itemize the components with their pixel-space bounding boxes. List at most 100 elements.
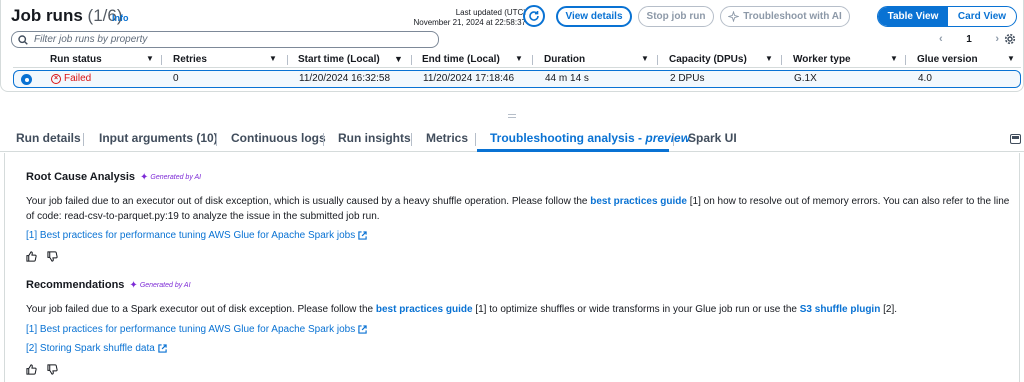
- col-end-time[interactable]: End time (Local): [422, 54, 500, 65]
- gear-icon: [1004, 33, 1016, 45]
- s3-shuffle-plugin-link[interactable]: S3 shuffle plugin: [800, 304, 881, 315]
- settings-button[interactable]: [1003, 31, 1017, 47]
- card-view-button[interactable]: Card View: [948, 7, 1016, 26]
- sort-caret-icon: ▼: [1007, 54, 1015, 63]
- table-row[interactable]: × Failed 0 11/20/2024 16:32:58 11/20/202…: [13, 70, 1021, 88]
- tab-divider: [475, 133, 476, 146]
- pagination: ‹ 1 ›: [939, 31, 999, 47]
- rca-text-part: Your job failed due to an executor out o…: [26, 196, 591, 207]
- tab-divider: [673, 133, 674, 146]
- status-badge: × Failed: [51, 73, 91, 84]
- tab-metrics[interactable]: Metrics: [426, 131, 468, 145]
- tab-divider: [216, 133, 217, 146]
- ai-sparkle-icon: ✦: [140, 171, 149, 183]
- sort-caret-icon: ▼: [394, 54, 403, 64]
- rec-ref-link-2[interactable]: [2] Storing Spark shuffle data: [26, 343, 167, 354]
- rca-text: Your job failed due to an executor out o…: [26, 194, 1011, 224]
- tab-troubleshooting-analysis[interactable]: Troubleshooting analysis - preview: [490, 131, 690, 145]
- info-link[interactable]: Info: [112, 13, 129, 23]
- view-toggle: Table View Card View: [877, 6, 1017, 27]
- search-icon: [18, 34, 28, 45]
- current-page[interactable]: 1: [966, 34, 972, 45]
- thumbs-down-icon[interactable]: [47, 251, 58, 262]
- col-duration[interactable]: Duration: [544, 54, 585, 65]
- rec-text-part: Your job failed due to a Spark executor …: [26, 304, 376, 315]
- thumbs-down-icon[interactable]: [47, 364, 58, 375]
- tab-continuous-logs[interactable]: Continuous logs: [231, 131, 326, 145]
- best-practices-link[interactable]: best practices guide: [590, 196, 687, 207]
- duration-cell: 44 m 14 s: [545, 73, 589, 84]
- troubleshooting-panel: Root Cause Analysis ✦ Generated by AI Yo…: [4, 153, 1020, 382]
- retries-cell: 0: [173, 73, 179, 84]
- search-placeholder: Filter job runs by property: [34, 34, 148, 45]
- column-divider[interactable]: [905, 55, 906, 65]
- view-details-button[interactable]: View details: [556, 6, 632, 27]
- column-divider[interactable]: [161, 55, 162, 65]
- external-link-icon: [358, 231, 367, 240]
- rca-feedback: [26, 251, 58, 262]
- table-header: Run status ▼ Retries ▼ Start time (Local…: [13, 52, 1021, 68]
- ai-badge: ✦ Generated by AI: [140, 172, 201, 183]
- tab-run-details[interactable]: Run details: [16, 131, 81, 145]
- troubleshoot-ai-label: Troubleshoot with AI: [743, 11, 842, 22]
- col-worker-type[interactable]: Worker type: [793, 54, 851, 65]
- col-run-status-label: Run status: [50, 54, 102, 65]
- tab-spark-ui[interactable]: Spark UI: [688, 131, 737, 145]
- tab-troubleshooting-label: Troubleshooting analysis -: [490, 131, 646, 145]
- detail-tabs: Run details Input arguments (10) Continu…: [0, 126, 1024, 152]
- column-divider[interactable]: [287, 55, 288, 65]
- column-divider[interactable]: [781, 55, 782, 65]
- rca-heading: Root Cause Analysis ✦ Generated by AI: [26, 171, 201, 183]
- tab-preview-label: preview: [645, 131, 691, 145]
- rca-title: Root Cause Analysis: [26, 171, 136, 183]
- job-runs-panel: Job runs (1/6) Info Last updated (UTC) N…: [0, 0, 1024, 92]
- worker-type-cell: G.1X: [794, 73, 817, 84]
- table-view-button[interactable]: Table View: [878, 7, 948, 26]
- tab-divider: [411, 133, 412, 146]
- rec-text-part: [2].: [880, 304, 898, 315]
- tab-run-insights[interactable]: Run insights: [338, 131, 411, 145]
- status-text: Failed: [64, 73, 92, 84]
- sort-caret-icon: ▼: [515, 54, 523, 63]
- rca-ref-label: [1] Best practices for performance tunin…: [26, 230, 356, 241]
- col-start-time[interactable]: Start time (Local): [298, 54, 380, 65]
- troubleshoot-ai-button[interactable]: Troubleshoot with AI: [720, 6, 850, 27]
- rec-title: Recommendations: [26, 279, 125, 291]
- thumbs-up-icon[interactable]: [26, 251, 37, 262]
- thumbs-up-icon[interactable]: [26, 364, 37, 375]
- recommendations-heading: Recommendations ✦ Generated by AI: [26, 279, 191, 291]
- ai-badge-label: Generated by AI: [139, 281, 191, 289]
- column-divider[interactable]: [532, 55, 533, 65]
- stop-job-run-button[interactable]: Stop job run: [638, 6, 714, 27]
- column-divider[interactable]: [657, 55, 658, 65]
- col-end-time-label: End time (Local): [422, 54, 500, 65]
- external-link-icon: [358, 325, 367, 334]
- last-updated: Last updated (UTC) November 21, 2024 at …: [396, 8, 526, 28]
- col-retries-label: Retries: [173, 54, 207, 65]
- col-glue-version[interactable]: Glue version: [917, 54, 978, 65]
- tab-input-arguments[interactable]: Input arguments (10): [99, 131, 218, 145]
- row-select-radio[interactable]: [21, 74, 32, 85]
- best-practices-link[interactable]: best practices guide: [376, 304, 473, 315]
- capacity-cell: 2 DPUs: [670, 73, 705, 84]
- collapse-panel-icon[interactable]: [1010, 134, 1021, 144]
- rca-ref-link[interactable]: [1] Best practices for performance tunin…: [26, 230, 367, 241]
- last-updated-value: November 21, 2024 at 22:58:37: [413, 18, 526, 27]
- col-run-status[interactable]: Run status: [50, 54, 102, 65]
- rec-ref-link-1[interactable]: [1] Best practices for performance tunin…: [26, 324, 367, 335]
- refresh-button[interactable]: [523, 5, 545, 27]
- active-tab-indicator: [477, 149, 669, 152]
- sort-caret-icon: ▼: [641, 54, 649, 63]
- col-retries[interactable]: Retries: [173, 54, 207, 65]
- prev-page-button[interactable]: ‹: [939, 33, 943, 45]
- next-page-button[interactable]: ›: [995, 33, 999, 45]
- col-capacity[interactable]: Capacity (DPUs): [669, 54, 747, 65]
- tab-divider: [323, 133, 324, 146]
- col-start-time-label: Start time (Local): [298, 54, 380, 65]
- rec-ref-label: [1] Best practices for performance tunin…: [26, 324, 356, 335]
- tab-divider: [83, 133, 84, 146]
- resize-handle[interactable]: [508, 114, 516, 118]
- sort-caret-icon: ▼: [146, 54, 154, 63]
- column-divider[interactable]: [411, 55, 412, 65]
- search-input[interactable]: Filter job runs by property: [11, 31, 439, 48]
